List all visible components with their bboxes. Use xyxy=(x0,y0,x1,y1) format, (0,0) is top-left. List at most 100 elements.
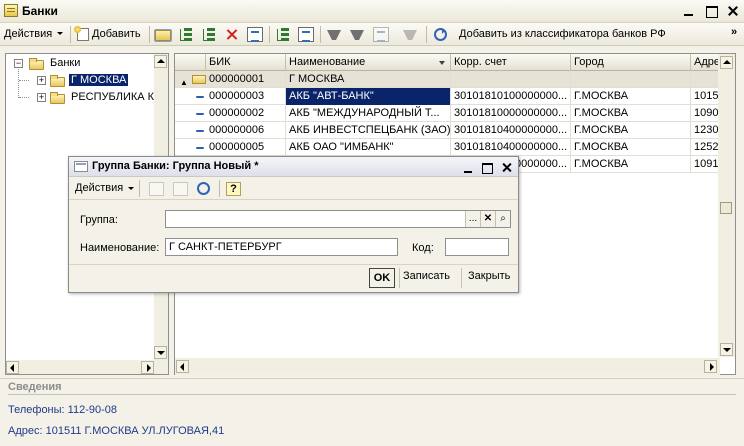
tree-connector xyxy=(19,80,29,81)
scroll-down-button[interactable] xyxy=(154,346,167,359)
actions-dropdown-arrow-icon[interactable] xyxy=(57,32,63,35)
table-row[interactable]: 000000003 АКБ "АВТ-БАНК" 301018101000000… xyxy=(175,88,720,105)
table-row[interactable]: 000000006 АКБ ИНВЕСТСПЕЦБАНК (ЗАО) 30101… xyxy=(175,122,720,139)
write-button[interactable]: Записать xyxy=(403,270,450,282)
cell-bik: 000000001 xyxy=(206,71,286,88)
sort-descending-icon xyxy=(439,61,445,65)
scroll-up-button[interactable] xyxy=(720,56,733,69)
level-list-icon[interactable] xyxy=(275,27,291,42)
column-header-city[interactable]: Город xyxy=(571,54,691,71)
cell-city: Г.МОСКВА xyxy=(571,156,691,173)
column-header-bik[interactable]: БИК xyxy=(206,54,286,71)
scroll-down-button[interactable] xyxy=(720,343,733,356)
add-button[interactable]: Добавить xyxy=(92,27,141,41)
table-row[interactable]: 000000005 АКБ ОАО "ИМБАНК" 3010181040000… xyxy=(175,139,720,156)
column-header-icon[interactable] xyxy=(175,54,206,71)
cell-account xyxy=(451,71,571,88)
button-separator xyxy=(399,268,400,288)
scroll-left-button[interactable] xyxy=(6,361,19,374)
edit-icon[interactable] xyxy=(247,27,263,42)
scroll-right-button[interactable] xyxy=(704,360,717,373)
toolbar-separator xyxy=(149,26,150,43)
add-group-folder-icon[interactable] xyxy=(154,29,172,42)
item-marker-icon xyxy=(196,96,204,98)
history-dropdown-icon[interactable] xyxy=(373,27,389,42)
ok-button[interactable]: OK xyxy=(369,268,395,288)
cell-account: 30101810400000000... xyxy=(451,139,571,156)
help-icon[interactable]: ? xyxy=(226,182,241,196)
info-phone: Телефоны: 112-90-08 xyxy=(8,404,117,416)
actions-dropdown-arrow-icon[interactable] xyxy=(128,187,134,190)
tree-root-banks[interactable]: Банки xyxy=(50,55,80,71)
dialog-titlebar[interactable]: Группа Банки: Группа Новый * xyxy=(69,157,518,177)
dialog-close-button[interactable] xyxy=(500,160,514,174)
cell-account: 30101810100000000... xyxy=(451,88,571,105)
clear-filter-icon[interactable] xyxy=(403,30,417,40)
dialog-minimize-button[interactable] xyxy=(461,160,475,174)
table-row[interactable]: 000000002 АКБ "МЕЖДУНАРОДНЫЙ Т... 301018… xyxy=(175,105,720,122)
code-field[interactable] xyxy=(445,238,509,256)
delete-mark-icon[interactable] xyxy=(224,27,240,42)
maximize-button[interactable] xyxy=(703,3,720,19)
table-vertical-scrollbar[interactable] xyxy=(718,54,735,357)
open-search-icon[interactable]: ⌕ xyxy=(495,211,510,227)
refresh-icon[interactable] xyxy=(197,182,210,195)
group-field[interactable]: ... ✕ ⌕ xyxy=(165,210,511,228)
save-and-go-icon[interactable] xyxy=(149,182,164,196)
table-row-group[interactable]: ▲ 000000001 Г МОСКВА xyxy=(175,71,720,88)
find-in-tree-icon[interactable] xyxy=(298,27,314,42)
actions-menu[interactable]: Действия xyxy=(4,27,52,41)
column-header-account[interactable]: Корр. счет xyxy=(451,54,571,71)
tree-item-republic[interactable]: РЕСПУБЛИКА К xyxy=(71,89,156,105)
dialog-title: Группа Банки: Группа Новый * xyxy=(92,160,259,172)
arrow-up-icon xyxy=(722,60,731,64)
toolbar-overflow-button[interactable]: » xyxy=(731,26,737,38)
cell-city: Г.МОСКВА xyxy=(571,122,691,139)
tree-item-moscow[interactable]: Г МОСКВА xyxy=(69,72,129,88)
cell-address xyxy=(691,71,720,88)
dialog-maximize-button[interactable] xyxy=(480,160,494,174)
scroll-right-button[interactable] xyxy=(141,361,154,374)
tree-connector xyxy=(19,97,29,98)
select-ellipsis-button[interactable]: ... xyxy=(465,211,480,227)
table-horizontal-scrollbar[interactable] xyxy=(175,358,720,375)
toolbar-separator xyxy=(426,26,427,43)
code-field-label: Код: xyxy=(412,242,434,254)
toolbar-separator xyxy=(269,26,270,43)
hierarchy-list-icon[interactable] xyxy=(178,27,194,42)
minimize-button[interactable] xyxy=(680,3,697,19)
add-icon[interactable] xyxy=(74,26,89,41)
cell-account: 30101810400000000... xyxy=(451,122,571,139)
dialog-actions-menu[interactable]: Действия xyxy=(75,182,123,194)
scroll-up-button[interactable] xyxy=(154,55,167,68)
main-toolbar: Действия Добавить Добавить из классифика… xyxy=(0,23,744,46)
scroll-left-button[interactable] xyxy=(176,360,189,373)
folder-icon xyxy=(50,75,65,87)
refresh-icon[interactable] xyxy=(434,28,447,41)
move-to-group-icon[interactable] xyxy=(201,27,217,42)
column-header-address[interactable]: Адрес xyxy=(691,54,720,71)
toolbar-separator xyxy=(219,180,220,197)
arrow-right-icon xyxy=(147,364,151,372)
item-marker-icon xyxy=(196,130,204,132)
arrow-right-icon xyxy=(710,363,714,371)
close-dialog-button[interactable]: Закрыть xyxy=(468,270,510,282)
expand-toggle-icon[interactable]: + xyxy=(37,76,46,85)
dialog-toolbar: Действия ? xyxy=(69,178,518,200)
close-button[interactable] xyxy=(724,3,741,19)
collapse-toggle-icon[interactable]: − xyxy=(14,59,23,68)
reread-icon[interactable] xyxy=(173,182,188,196)
cell-city: Г.МОСКВА xyxy=(571,88,691,105)
add-from-classifier-button[interactable]: Добавить из классификатора банков РФ xyxy=(459,27,666,41)
clear-field-button[interactable]: ✕ xyxy=(480,211,495,227)
name-field[interactable]: Г САНКТ-ПЕТЕРБУРГ xyxy=(165,238,398,256)
column-header-name[interactable]: Наименование xyxy=(286,54,451,71)
info-address: Адрес: 101511 Г.МОСКВА УЛ.ЛУГОВАЯ,41 xyxy=(8,425,225,437)
filter-icon[interactable] xyxy=(327,30,341,40)
expand-toggle-icon[interactable]: + xyxy=(37,93,46,102)
filter-by-value-icon[interactable] xyxy=(350,30,364,40)
scroll-thumb[interactable] xyxy=(720,202,732,214)
group-field-label: Группа: xyxy=(80,214,118,226)
tree-horizontal-scrollbar[interactable] xyxy=(6,360,168,374)
panel-divider[interactable] xyxy=(0,378,744,379)
